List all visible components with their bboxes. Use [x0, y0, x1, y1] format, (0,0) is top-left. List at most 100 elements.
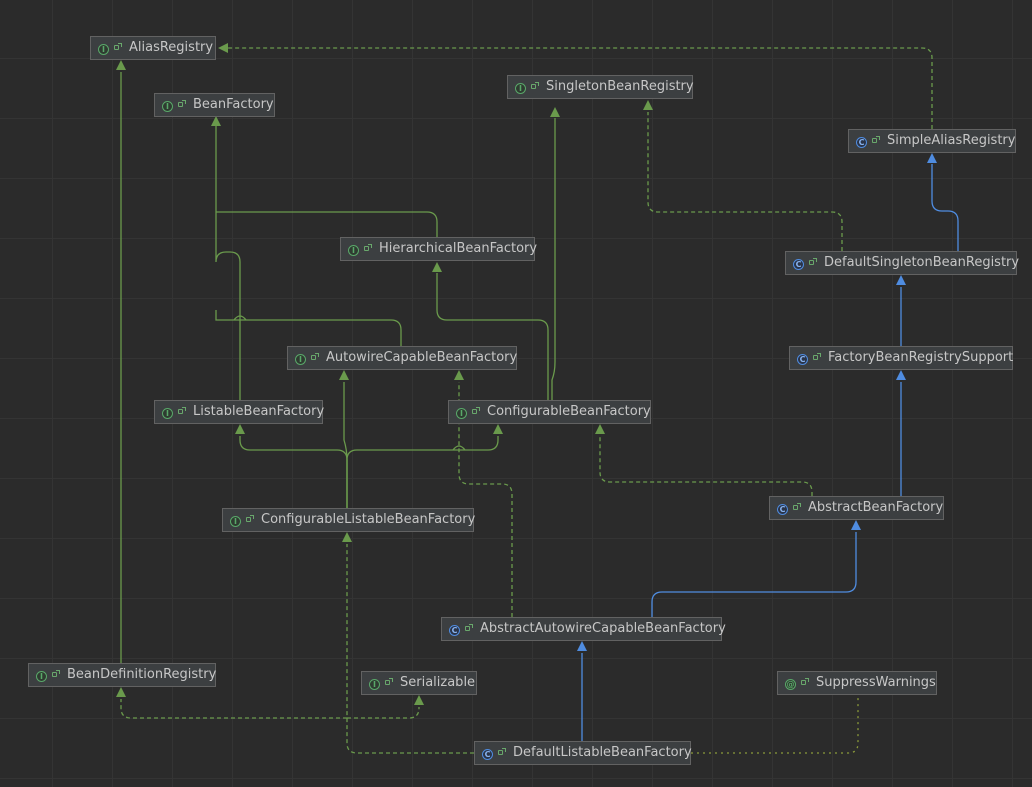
arrowhead-dsbr [896, 275, 906, 285]
edge-abf-to-configurable [599, 436, 813, 496]
edge-dsbr-to-singleton [647, 112, 843, 251]
edge-dlbf-to-suppresswarnings [691, 695, 859, 754]
node-autowire-capable-bean-factory[interactable]: I AutowireCapableBeanFactory [287, 346, 517, 370]
interface-icon: I [230, 516, 241, 527]
arrowhead-alias-left [218, 43, 228, 53]
edge-dlbf-to-serializable [347, 707, 420, 719]
node-label: AliasRegistry [129, 40, 214, 55]
arrowhead-cl-impl [342, 532, 352, 542]
arrowhead-singleton-impl [643, 100, 653, 110]
arrowhead-serializable-impl [414, 695, 424, 705]
public-visibility-icon [498, 748, 506, 756]
public-visibility-icon [472, 407, 480, 415]
interface-icon: I [98, 44, 109, 55]
class-icon: C [482, 749, 493, 760]
interface-icon: I [348, 245, 359, 256]
edge-autowire-to-beanfactory [215, 310, 402, 346]
node-label: AbstractBeanFactory [808, 500, 944, 515]
interface-icon: I [162, 101, 173, 112]
node-factory-bean-registry-support[interactable]: C FactoryBeanRegistrySupport [789, 346, 1013, 370]
public-visibility-icon [531, 82, 539, 90]
node-abstract-autowire-capable-bean-factory[interactable]: C AbstractAutowireCapableBeanFactory [441, 617, 726, 641]
arrowhead-singleton [550, 107, 560, 117]
arrowhead-bdr-impl [116, 687, 126, 697]
node-label: HierarchicalBeanFactory [379, 241, 538, 256]
node-simple-alias-registry[interactable]: C SimpleAliasRegistry [848, 129, 1016, 153]
public-visibility-icon [793, 503, 801, 511]
interface-icon: I [295, 354, 306, 365]
node-label: AutowireCapableBeanFactory [326, 350, 518, 365]
public-visibility-icon [385, 678, 393, 686]
node-bean-definition-registry[interactable]: I BeanDefinitionRegistry [28, 663, 216, 687]
node-default-singleton-bean-registry[interactable]: C DefaultSingletonBeanRegistry [785, 251, 1020, 275]
public-visibility-icon [364, 244, 372, 252]
public-visibility-icon [311, 353, 319, 361]
node-abstract-bean-factory[interactable]: C AbstractBeanFactory [769, 496, 944, 520]
arrowhead-abf [851, 520, 861, 530]
node-alias-registry[interactable]: I AliasRegistry [90, 36, 216, 60]
node-singleton-bean-registry[interactable]: I SingletonBeanRegistry [507, 75, 694, 99]
node-label: SimpleAliasRegistry [887, 133, 1016, 148]
node-label: AbstractAutowireCapableBeanFactory [480, 621, 726, 636]
class-icon: C [777, 504, 788, 515]
public-visibility-icon [801, 678, 809, 686]
class-icon: C [793, 259, 804, 270]
class-icon: C [449, 625, 460, 636]
annotation-icon: @ [785, 679, 796, 690]
arrowhead-aacbf [577, 641, 587, 651]
public-visibility-icon [872, 136, 880, 144]
class-icon: C [797, 354, 808, 365]
node-default-listable-bean-factory[interactable]: C DefaultListableBeanFactory [474, 741, 692, 765]
public-visibility-icon [52, 670, 60, 678]
edge-configurable-to-hierarchical [436, 273, 549, 400]
public-visibility-icon [465, 624, 473, 632]
node-label: Serializable [400, 675, 476, 690]
interface-icon: I [36, 671, 47, 682]
arrowhead-configurable [493, 424, 503, 434]
node-label: FactoryBeanRegistrySupport [828, 350, 1014, 365]
interface-icon: I [515, 83, 526, 94]
edge-cl-to-configurable [346, 436, 499, 508]
arrowhead-autowire-impl [454, 370, 464, 380]
interface-icon: I [369, 679, 380, 690]
public-visibility-icon [114, 43, 122, 51]
node-label: ListableBeanFactory [193, 404, 325, 419]
node-hierarchical-bean-factory[interactable]: I HierarchicalBeanFactory [340, 237, 538, 261]
node-listable-bean-factory[interactable]: I ListableBeanFactory [154, 400, 325, 424]
interface-icon: I [456, 408, 467, 419]
edge-aacbf-to-abf [651, 532, 857, 617]
edge-dlbf-to-bdr [120, 699, 347, 719]
public-visibility-icon [178, 100, 186, 108]
node-bean-factory[interactable]: I BeanFactory [154, 93, 275, 117]
public-visibility-icon [178, 407, 186, 415]
uml-diagram-canvas[interactable]: I AliasRegistry I BeanFactory I SingletonBe… [0, 0, 1032, 787]
node-label: DefaultSingletonBeanRegistry [824, 255, 1020, 270]
node-label: DefaultListableBeanFactory [513, 745, 692, 760]
edge-dlbf-to-cl [346, 544, 474, 754]
arrowhead-listable [235, 424, 245, 434]
node-label: ConfigurableBeanFactory [487, 404, 651, 419]
node-label: BeanDefinitionRegistry [67, 667, 217, 682]
node-label: ConfigurableListableBeanFactory [261, 512, 476, 527]
public-visibility-icon [809, 258, 817, 266]
node-configurable-listable-bean-factory[interactable]: I ConfigurableListableBeanFactory [222, 508, 476, 532]
edge-configurable-to-singleton [551, 118, 556, 400]
public-visibility-icon [813, 353, 821, 361]
node-label: BeanFactory [193, 97, 274, 112]
class-icon: C [856, 137, 867, 148]
arrowhead-autowire [339, 370, 349, 380]
node-suppress-warnings[interactable]: @ SuppressWarnings [777, 671, 937, 695]
edge-hierarchical-to-beanfactory [216, 211, 438, 237]
public-visibility-icon [246, 515, 254, 523]
edge-dsbr-to-simplealias [931, 164, 959, 251]
arrowhead-hierarchical [432, 262, 442, 272]
node-configurable-bean-factory[interactable]: I ConfigurableBeanFactory [448, 400, 651, 424]
node-label: SuppressWarnings [816, 675, 936, 690]
arrowhead-configurable-impl [595, 424, 605, 434]
arrowhead-fbrs [896, 370, 906, 380]
node-serializable[interactable]: I Serializable [361, 671, 477, 695]
arrowhead-beanfactory [211, 116, 221, 126]
interface-icon: I [162, 408, 173, 419]
node-label: SingletonBeanRegistry [546, 79, 694, 94]
arrowhead-simplealias [927, 153, 937, 163]
